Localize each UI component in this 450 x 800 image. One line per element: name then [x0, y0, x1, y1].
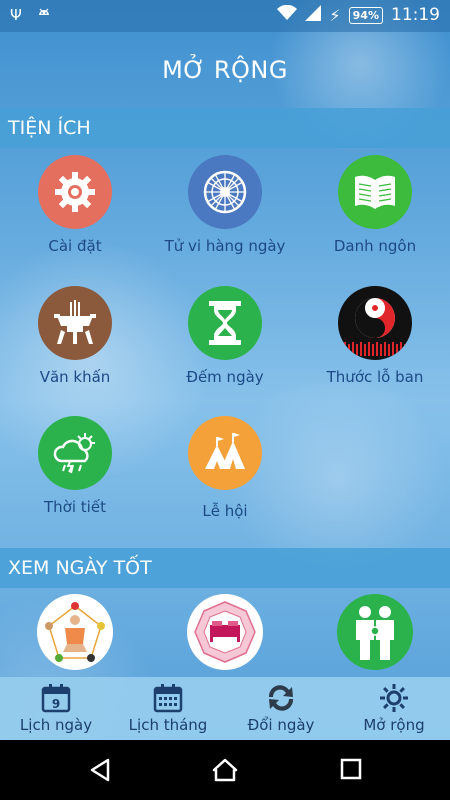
utility-label: Đếm ngày — [186, 368, 264, 386]
clock: 11:19 — [391, 5, 440, 25]
utility-lo-ban-ruler[interactable]: Thước lỗ ban — [300, 286, 450, 386]
nav-label: Lịch tháng — [128, 716, 208, 734]
usb-icon: Ψ — [10, 6, 22, 24]
hourglass-icon — [188, 286, 262, 360]
month-calendar-icon — [112, 683, 224, 713]
utility-label: Thước lỗ ban — [326, 368, 424, 386]
incense-altar-icon — [38, 286, 112, 360]
book-icon — [338, 155, 412, 229]
charging-icon: ⚡ — [329, 5, 341, 25]
status-bar: Ψ ⚡ 94% 11:19 — [0, 0, 450, 32]
festival-tent-icon — [188, 416, 262, 490]
battery-indicator: 94% — [348, 6, 383, 24]
day-calendar-icon: 9 — [0, 683, 112, 713]
good-day-fengshui[interactable] — [0, 594, 150, 670]
fengshui-person-icon — [37, 594, 113, 670]
recents-icon[interactable] — [340, 758, 362, 784]
nav-label: Đổi ngày — [247, 716, 315, 734]
utility-label: Văn khấn — [39, 368, 111, 386]
utility-daily-horoscope[interactable]: Tử vi hàng ngày — [150, 155, 300, 255]
day-badge: 9 — [52, 697, 60, 711]
utility-festivals[interactable]: Lễ hội — [150, 416, 300, 520]
page-title: MỞ RỘNG — [162, 56, 288, 84]
gear-icon — [38, 155, 112, 229]
back-icon[interactable] — [88, 758, 112, 786]
home-icon[interactable] — [212, 758, 238, 786]
section-header-utilities: TIỆN ÍCH — [0, 108, 450, 148]
utility-label: Tử vi hàng ngày — [164, 237, 286, 255]
nav-month-calendar[interactable]: Lịch tháng — [112, 677, 224, 740]
yin-yang-ruler-icon — [338, 286, 412, 360]
zodiac-wheel-icon — [188, 155, 262, 229]
bed-compass-icon — [187, 594, 263, 670]
utility-settings[interactable]: Cài đặt — [0, 155, 150, 255]
nav-more[interactable]: Mở rộng — [338, 677, 450, 740]
nav-day-calendar[interactable]: 9 Lịch ngày — [0, 677, 112, 740]
good-day-bed-direction[interactable] — [150, 594, 300, 670]
android-icon — [36, 6, 52, 26]
nav-label: Lịch ngày — [19, 716, 93, 734]
good-day-family[interactable] — [300, 594, 450, 670]
utility-label: Thời tiết — [44, 498, 106, 516]
utility-weather[interactable]: Thời tiết — [0, 416, 150, 516]
utility-day-counter[interactable]: Đếm ngày — [150, 286, 300, 386]
sun-gear-icon — [338, 683, 450, 713]
family-icon — [337, 594, 413, 670]
utility-label: Lễ hội — [202, 502, 248, 520]
utility-label: Danh ngôn — [333, 237, 417, 255]
weather-icon — [38, 416, 112, 490]
screen: Ψ ⚡ 94% 11:19 MỞ RỘNG TIỆN ÍCH Cài đặt T… — [0, 0, 450, 800]
wifi-icon — [277, 4, 298, 25]
section-header-good-days: XEM NGÀY TỐT — [0, 548, 450, 588]
utility-quotes[interactable]: Danh ngôn — [300, 155, 450, 255]
convert-arrows-icon — [225, 683, 337, 713]
system-navigation-bar — [0, 740, 450, 800]
signal-icon — [305, 5, 322, 25]
utility-label: Cài đặt — [48, 237, 102, 255]
utility-prayers[interactable]: Văn khấn — [0, 286, 150, 386]
nav-label: Mở rộng — [363, 716, 425, 734]
nav-convert-date[interactable]: Đổi ngày — [225, 677, 337, 740]
bottom-navigation: 9 Lịch ngày Lịch tháng Đổi ngày Mở rộng — [0, 677, 450, 740]
